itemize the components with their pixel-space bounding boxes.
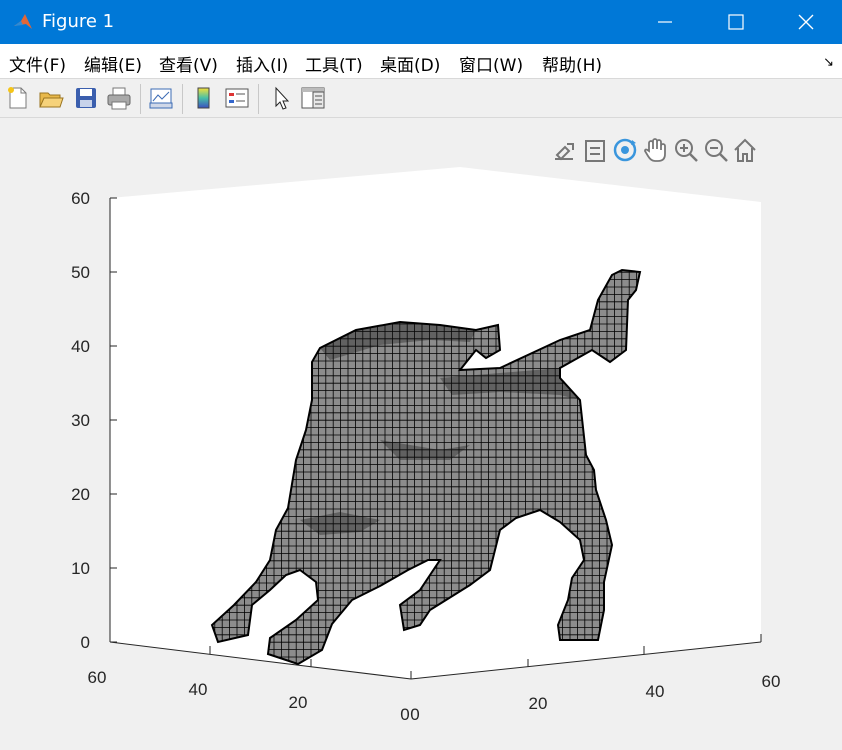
z-tick-label: 0 — [81, 633, 90, 652]
z-tick-label: 30 — [71, 411, 90, 430]
z-tick-label: 40 — [71, 337, 90, 356]
z-tick-label: 60 — [71, 189, 90, 208]
z-tick-label: 50 — [71, 263, 90, 282]
y-tick-label: 60 — [88, 668, 107, 687]
y-tick-label: 20 — [289, 693, 308, 712]
y-tick-label: 0 — [400, 705, 409, 724]
z-tick-label: 20 — [71, 485, 90, 504]
z-tick-label: 10 — [71, 559, 90, 578]
voxel-plot-axes[interactable]: 0 10 20 30 40 50 60 0 20 40 60 0 20 40 6… — [0, 0, 842, 750]
x-tick-label: 40 — [646, 682, 665, 701]
x-tick-label: 0 — [410, 705, 419, 724]
x-tick-label: 60 — [762, 672, 781, 691]
x-tick-label: 20 — [529, 694, 548, 713]
y-tick-label: 40 — [189, 680, 208, 699]
